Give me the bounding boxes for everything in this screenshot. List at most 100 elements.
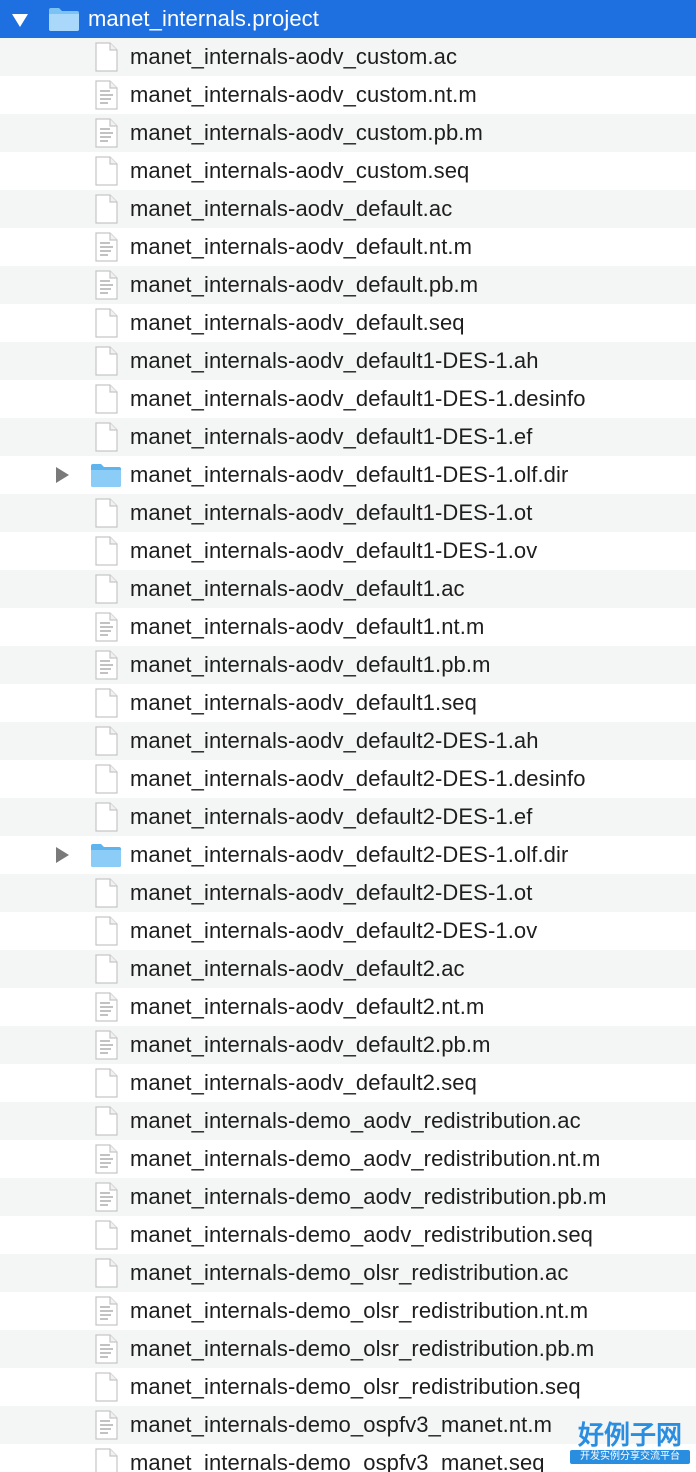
tree-file-row[interactable]: manet_internals-aodv_default1.seq <box>0 684 696 722</box>
document-icon <box>93 574 119 604</box>
tree-item-label: manet_internals-demo_ospfv3_manet.seq <box>130 1450 545 1472</box>
chevron-down-icon[interactable] <box>10 10 30 30</box>
tree-item-label: manet_internals-aodv_custom.seq <box>130 158 470 183</box>
tree-file-row[interactable]: manet_internals-demo_olsr_redistribution… <box>0 1368 696 1406</box>
text-document-icon <box>93 650 119 680</box>
tree-file-row[interactable]: manet_internals-aodv_custom.pb.m <box>0 114 696 152</box>
tree-item-label: manet_internals-aodv_default2-DES-1.ef <box>130 804 533 829</box>
tree-item-label: manet_internals-demo_ospfv3_manet.nt.m <box>130 1412 553 1437</box>
tree-item-label: manet_internals-aodv_default.seq <box>130 310 465 335</box>
text-document-icon <box>93 1296 119 1326</box>
tree-file-row[interactable]: manet_internals-aodv_default.nt.m <box>0 228 696 266</box>
text-document-icon <box>93 992 119 1022</box>
tree-file-row[interactable]: manet_internals-aodv_default1.pb.m <box>0 646 696 684</box>
chevron-right-icon[interactable] <box>52 845 72 865</box>
tree-file-row[interactable]: manet_internals-aodv_default1.ac <box>0 570 696 608</box>
tree-folder-row[interactable]: manet_internals-aodv_default1-DES-1.olf.… <box>0 456 696 494</box>
tree-file-row[interactable]: manet_internals-aodv_default1-DES-1.desi… <box>0 380 696 418</box>
tree-item-label: manet_internals-aodv_default2-DES-1.ah <box>130 728 539 753</box>
tree-item-label: manet_internals-aodv_default2-DES-1.ov <box>130 918 538 943</box>
tree-item-label: manet_internals-aodv_default2-DES-1.desi… <box>130 766 586 791</box>
tree-item-label: manet_internals-aodv_default1-DES-1.ah <box>130 348 539 373</box>
tree-item-label: manet_internals-aodv_default1.ac <box>130 576 465 601</box>
tree-file-row[interactable]: manet_internals-aodv_default1-DES-1.ov <box>0 532 696 570</box>
tree-file-row[interactable]: manet_internals-aodv_default2.seq <box>0 1064 696 1102</box>
document-icon <box>93 878 119 908</box>
tree-file-row[interactable]: manet_internals-aodv_default2-DES-1.ef <box>0 798 696 836</box>
text-document-icon <box>93 1410 119 1440</box>
text-document-icon <box>93 80 119 110</box>
tree-item-label: manet_internals-aodv_default.ac <box>130 196 453 221</box>
tree-file-row[interactable]: manet_internals-aodv_default1-DES-1.ot <box>0 494 696 532</box>
tree-item-label: manet_internals-aodv_default2-DES-1.olf.… <box>130 842 569 867</box>
tree-file-row[interactable]: manet_internals-aodv_default2-DES-1.ah <box>0 722 696 760</box>
tree-file-row[interactable]: manet_internals-aodv_default2.ac <box>0 950 696 988</box>
document-icon <box>93 1220 119 1250</box>
tree-file-row[interactable]: manet_internals-demo_aodv_redistribution… <box>0 1178 696 1216</box>
tree-file-row[interactable]: manet_internals-aodv_custom.ac <box>0 38 696 76</box>
tree-file-row[interactable]: manet_internals-aodv_default.seq <box>0 304 696 342</box>
document-icon <box>93 308 119 338</box>
tree-file-row[interactable]: manet_internals-demo_ospfv3_manet.nt.m <box>0 1406 696 1444</box>
document-icon <box>93 764 119 794</box>
text-document-icon <box>93 232 119 262</box>
tree-root-label: manet_internals.project <box>88 6 319 31</box>
tree-item-label: manet_internals-aodv_default2.seq <box>130 1070 477 1095</box>
tree-root-row[interactable]: manet_internals.project <box>0 0 696 38</box>
tree-file-row[interactable]: manet_internals-aodv_default1.nt.m <box>0 608 696 646</box>
tree-item-label: manet_internals-aodv_custom.nt.m <box>130 82 477 107</box>
tree-file-row[interactable]: manet_internals-aodv_default2-DES-1.ov <box>0 912 696 950</box>
tree-file-row[interactable]: manet_internals-demo_aodv_redistribution… <box>0 1102 696 1140</box>
document-icon <box>93 194 119 224</box>
tree-item-label: manet_internals-aodv_default1-DES-1.olf.… <box>130 462 569 487</box>
tree-file-row[interactable]: manet_internals-aodv_default1-DES-1.ef <box>0 418 696 456</box>
tree-item-label: manet_internals-aodv_default1.nt.m <box>130 614 485 639</box>
tree-file-row[interactable]: manet_internals-demo_olsr_redistribution… <box>0 1330 696 1368</box>
tree-file-row[interactable]: manet_internals-aodv_custom.seq <box>0 152 696 190</box>
tree-item-label: manet_internals-aodv_default.pb.m <box>130 272 479 297</box>
tree-file-row[interactable]: manet_internals-demo_olsr_redistribution… <box>0 1292 696 1330</box>
text-document-icon <box>93 270 119 300</box>
tree-file-row[interactable]: manet_internals-aodv_default.pb.m <box>0 266 696 304</box>
tree-file-row[interactable]: manet_internals-demo_aodv_redistribution… <box>0 1140 696 1178</box>
document-icon <box>93 384 119 414</box>
tree-file-row[interactable]: manet_internals-demo_olsr_redistribution… <box>0 1254 696 1292</box>
tree-item-label: manet_internals-demo_olsr_redistribution… <box>130 1298 589 1323</box>
tree-file-row[interactable]: manet_internals-aodv_default2-DES-1.desi… <box>0 760 696 798</box>
tree-item-label: manet_internals-aodv_default2-DES-1.ot <box>130 880 533 905</box>
tree-item-label: manet_internals-demo_olsr_redistribution… <box>130 1336 595 1361</box>
document-icon <box>93 156 119 186</box>
folder-icon <box>90 842 122 868</box>
text-document-icon <box>93 118 119 148</box>
tree-item-label: manet_internals-demo_aodv_redistribution… <box>130 1146 601 1171</box>
tree-file-row[interactable]: manet_internals-aodv_default2.pb.m <box>0 1026 696 1064</box>
file-outline-view: manet_internals.project manet_internals-… <box>0 0 696 1472</box>
tree-item-label: manet_internals-aodv_default1-DES-1.ot <box>130 500 533 525</box>
tree-file-row[interactable]: manet_internals-aodv_default2-DES-1.ot <box>0 874 696 912</box>
tree-file-row[interactable]: manet_internals-aodv_custom.nt.m <box>0 76 696 114</box>
tree-file-row[interactable]: manet_internals-aodv_default1-DES-1.ah <box>0 342 696 380</box>
document-icon <box>93 802 119 832</box>
tree-item-label: manet_internals-aodv_default2.ac <box>130 956 465 981</box>
tree-item-label: manet_internals-demo_aodv_redistribution… <box>130 1184 607 1209</box>
tree-file-row[interactable]: manet_internals-aodv_default.ac <box>0 190 696 228</box>
tree-item-label: manet_internals-aodv_default1-DES-1.ov <box>130 538 538 563</box>
tree-file-row[interactable]: manet_internals-demo_ospfv3_manet.seq <box>0 1444 696 1472</box>
document-icon <box>93 536 119 566</box>
document-icon <box>93 1106 119 1136</box>
tree-folder-row[interactable]: manet_internals-aodv_default2-DES-1.olf.… <box>0 836 696 874</box>
tree-item-label: manet_internals-aodv_default1-DES-1.ef <box>130 424 533 449</box>
text-document-icon <box>93 1144 119 1174</box>
document-icon <box>93 1448 119 1472</box>
document-icon <box>93 42 119 72</box>
document-icon <box>93 954 119 984</box>
tree-item-label: manet_internals-aodv_default1.seq <box>130 690 477 715</box>
document-icon <box>93 916 119 946</box>
document-icon <box>93 346 119 376</box>
tree-file-row[interactable]: manet_internals-aodv_default2.nt.m <box>0 988 696 1026</box>
tree-file-row[interactable]: manet_internals-demo_aodv_redistribution… <box>0 1216 696 1254</box>
tree-item-label: manet_internals-aodv_default2.pb.m <box>130 1032 491 1057</box>
chevron-right-icon[interactable] <box>52 465 72 485</box>
document-icon <box>93 726 119 756</box>
tree-item-label: manet_internals-aodv_custom.pb.m <box>130 120 483 145</box>
